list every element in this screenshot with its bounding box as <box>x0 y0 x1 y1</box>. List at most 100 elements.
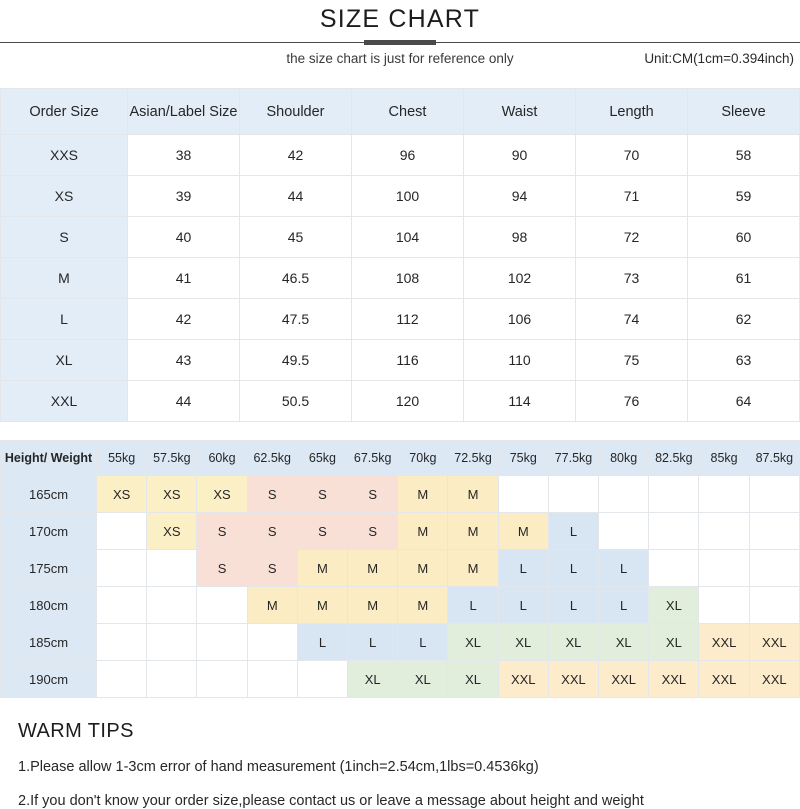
hw-size-cell: XS <box>146 512 198 550</box>
size-row-header: S <box>0 216 128 258</box>
hw-weight-header: 85kg <box>698 440 750 476</box>
size-row-header: XXL <box>0 380 128 422</box>
table-row: 185cm L L L XL XL XL XL XL XXL XXL <box>0 623 800 661</box>
hw-weight-header: 77.5kg <box>547 440 600 476</box>
hw-weight-header: 67.5kg <box>347 440 399 476</box>
hw-weight-header: 75kg <box>497 440 549 476</box>
hw-empty-cell <box>96 586 148 624</box>
hw-empty-cell <box>598 512 650 550</box>
size-cell: 40 <box>127 216 240 258</box>
hw-height-header: 185cm <box>0 623 98 661</box>
size-col-header: Chest <box>351 88 464 135</box>
hw-empty-cell <box>296 660 349 698</box>
hw-empty-cell <box>648 512 700 550</box>
size-cell: 41 <box>127 257 240 299</box>
hw-size-cell: XL <box>447 660 499 698</box>
size-row-header: M <box>0 257 128 299</box>
hw-size-cell: XL <box>648 586 700 624</box>
size-cell: 114 <box>463 380 576 422</box>
hw-size-cell: S <box>246 512 298 550</box>
hw-empty-cell <box>698 475 750 513</box>
hw-size-cell: M <box>447 512 499 550</box>
table-row: S 40 45 104 98 72 60 <box>0 216 800 258</box>
size-cell: 112 <box>351 298 464 340</box>
hw-empty-cell <box>648 549 700 587</box>
table-row: XS 39 44 100 94 71 59 <box>0 175 800 217</box>
subheader-row: the size chart is just for reference onl… <box>0 46 800 72</box>
size-row-header: XS <box>0 175 128 217</box>
hw-size-cell: L <box>497 586 549 624</box>
divider-accent <box>364 40 436 45</box>
size-cell: 74 <box>575 298 688 340</box>
hw-size-cell: M <box>397 512 449 550</box>
hw-corner-label: Height/ Weight <box>0 440 98 476</box>
hw-weight-header: 57.5kg <box>146 440 198 476</box>
hw-empty-cell <box>748 512 800 550</box>
hw-size-cell: XL <box>648 623 700 661</box>
hw-size-cell: M <box>347 586 399 624</box>
hw-size-cell: L <box>397 623 449 661</box>
hw-size-cell: L <box>497 549 549 587</box>
size-table-body: XXS 38 42 96 90 70 58 XS 39 44 100 94 71 59 S 40 45 104 98… <box>0 134 800 422</box>
table-row: L 42 47.5 112 106 74 62 <box>0 298 800 340</box>
hw-size-cell: XL <box>447 623 499 661</box>
size-row-header: L <box>0 298 128 340</box>
size-col-header: Waist <box>463 88 576 135</box>
table-row: 175cm S S M M M M L L L <box>0 549 800 587</box>
hw-size-cell: M <box>246 586 298 624</box>
hw-size-cell: L <box>547 586 600 624</box>
size-cell: 106 <box>463 298 576 340</box>
hw-size-cell: S <box>296 512 349 550</box>
table-row: 180cm M M M M L L L L XL <box>0 586 800 624</box>
size-cell: 44 <box>239 175 352 217</box>
hw-size-cell: XXL <box>748 623 800 661</box>
hw-weight-header: 72.5kg <box>447 440 499 476</box>
hw-empty-cell <box>196 623 248 661</box>
hw-height-header: 165cm <box>0 475 98 513</box>
hw-weight-header: 80kg <box>598 440 650 476</box>
size-cell: 98 <box>463 216 576 258</box>
hw-empty-cell <box>146 623 198 661</box>
hw-size-cell: XL <box>547 623 600 661</box>
size-row-header: XXS <box>0 134 128 176</box>
size-cell: 120 <box>351 380 464 422</box>
hw-table-body: 165cm XS XS XS S S S M M 170cm XS S S S S M M M L 175cm S S M M… <box>0 475 800 698</box>
size-cell: 45 <box>239 216 352 258</box>
size-cell: 72 <box>575 216 688 258</box>
hw-empty-cell <box>96 623 148 661</box>
hw-size-cell: XXL <box>598 660 650 698</box>
table-row: 170cm XS S S S S M M M L <box>0 512 800 550</box>
hw-empty-cell <box>246 660 298 698</box>
hw-size-cell: L <box>347 623 399 661</box>
size-cell: 49.5 <box>239 339 352 381</box>
table-row: XXS 38 42 96 90 70 58 <box>0 134 800 176</box>
hw-height-header: 175cm <box>0 549 98 587</box>
size-cell: 38 <box>127 134 240 176</box>
size-cell: 73 <box>575 257 688 299</box>
hw-size-cell: M <box>296 549 349 587</box>
hw-empty-cell <box>146 660 198 698</box>
hw-empty-cell <box>547 475 600 513</box>
size-cell: 90 <box>463 134 576 176</box>
hw-empty-cell <box>246 623 298 661</box>
size-cell: 100 <box>351 175 464 217</box>
size-col-header: Length <box>575 88 688 135</box>
hw-size-cell: L <box>598 549 650 587</box>
table-row: XL 43 49.5 116 110 75 63 <box>0 339 800 381</box>
hw-size-cell: M <box>347 549 399 587</box>
warm-tips-title: WARM TIPS <box>18 720 134 742</box>
size-cell: 70 <box>575 134 688 176</box>
hw-empty-cell <box>96 660 148 698</box>
size-cell: 61 <box>687 257 800 299</box>
size-cell: 50.5 <box>239 380 352 422</box>
unit-note: Unit:CM(1cm=0.394inch) <box>644 51 794 66</box>
hw-empty-cell <box>748 549 800 587</box>
hw-size-cell: M <box>296 586 349 624</box>
hw-size-cell: S <box>196 549 248 587</box>
hw-size-cell: XL <box>347 660 399 698</box>
hw-size-cell: L <box>547 549 600 587</box>
size-cell: 96 <box>351 134 464 176</box>
hw-empty-cell <box>146 586 198 624</box>
hw-size-cell: M <box>397 586 449 624</box>
warm-tips-section: WARM TIPS 1.Please allow 1-3cm error of … <box>0 720 800 809</box>
